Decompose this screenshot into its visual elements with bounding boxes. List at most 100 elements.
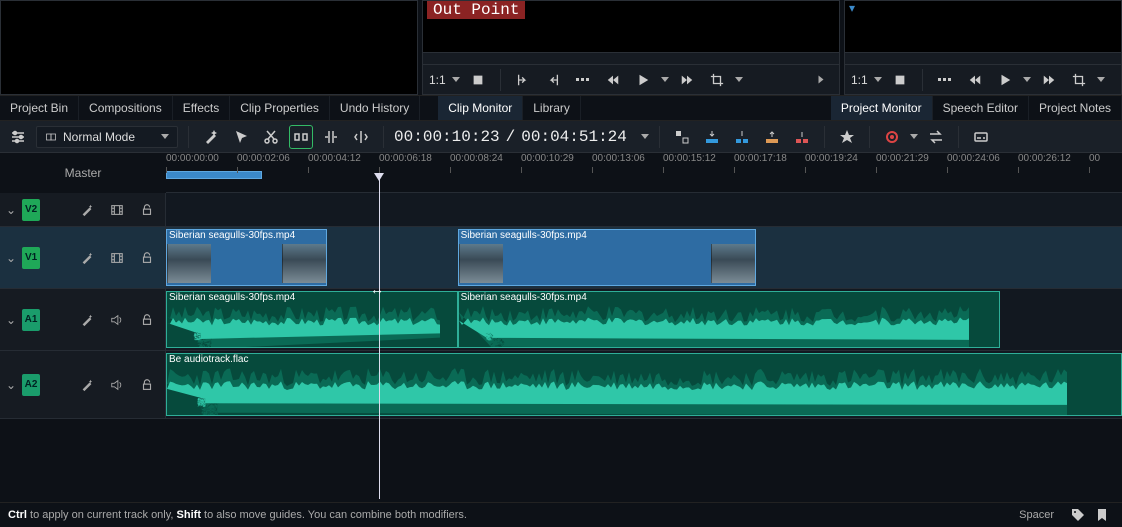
play-icon[interactable]: [993, 68, 1017, 92]
forward-icon[interactable]: [1037, 68, 1061, 92]
film-icon[interactable]: [105, 246, 129, 270]
settings-icon[interactable]: [6, 125, 30, 149]
spacer-tool-icon[interactable]: [289, 125, 313, 149]
chevron-down-icon[interactable]: [735, 77, 743, 82]
clip[interactable]: Be audiotrack.flac: [166, 353, 1122, 416]
tab-clip-monitor[interactable]: Clip Monitor: [438, 96, 523, 120]
overwrite-icon[interactable]: [700, 125, 724, 149]
track-header[interactable]: ⌄ V1: [0, 227, 166, 288]
track-header[interactable]: ⌄ V2: [0, 193, 166, 226]
lock-icon[interactable]: [135, 373, 159, 397]
track-lane[interactable]: [166, 193, 1122, 226]
track-lane[interactable]: Siberian seagulls-30fps.mp4Siberian seag…: [166, 289, 1122, 350]
record-icon[interactable]: [880, 125, 904, 149]
effects-icon[interactable]: [75, 308, 99, 332]
rewind-icon[interactable]: [601, 68, 625, 92]
crop-icon[interactable]: [705, 68, 729, 92]
razor-icon[interactable]: [259, 125, 283, 149]
expand-icon[interactable]: ⌄: [6, 251, 16, 265]
tab-project-monitor[interactable]: Project Monitor: [831, 96, 933, 120]
ruler-tick: 00:00:21:29: [876, 153, 929, 164]
chevron-down-icon[interactable]: [874, 77, 882, 82]
track-badge[interactable]: A2: [22, 374, 40, 396]
subtitle-icon[interactable]: [969, 125, 993, 149]
chevron-down-icon[interactable]: [452, 77, 460, 82]
timeline-ruler[interactable]: 00:00:00:0000:00:02:0600:00:04:1200:00:0…: [166, 153, 1122, 193]
track-header[interactable]: ⌄ A2: [0, 351, 166, 418]
master-label[interactable]: Master: [0, 153, 166, 193]
zone-icon[interactable]: [670, 125, 694, 149]
clip[interactable]: Siberian seagulls-30fps.mp4: [166, 291, 458, 348]
play-icon[interactable]: [631, 68, 655, 92]
track-badge[interactable]: V1: [22, 247, 40, 269]
crop-icon[interactable]: [1067, 68, 1091, 92]
chevron-down-icon[interactable]: [661, 77, 669, 82]
clip[interactable]: Siberian seagulls-30fps.mp4: [458, 291, 1000, 348]
tab-library[interactable]: Library: [523, 96, 581, 120]
chevron-down-icon[interactable]: [641, 134, 649, 139]
film-icon[interactable]: [105, 198, 129, 222]
speaker-icon[interactable]: [105, 308, 129, 332]
tab-effects[interactable]: Effects: [173, 96, 230, 120]
tab-project-bin[interactable]: Project Bin: [0, 96, 79, 120]
track-lane[interactable]: Be audiotrack.flac: [166, 351, 1122, 418]
expand-icon[interactable]: ⌄: [6, 203, 16, 217]
playhead[interactable]: [379, 179, 380, 499]
tag-icon[interactable]: [1066, 503, 1090, 527]
favorite-icon[interactable]: [835, 125, 859, 149]
tab-speech-editor[interactable]: Speech Editor: [933, 96, 1029, 120]
clip[interactable]: Siberian seagulls-30fps.mp4: [458, 229, 756, 286]
pointer-icon[interactable]: [229, 125, 253, 149]
forward-icon[interactable]: [675, 68, 699, 92]
insert-icon[interactable]: [730, 125, 754, 149]
track-badge[interactable]: V2: [22, 199, 40, 221]
monitor-preview[interactable]: [1, 1, 417, 94]
extract-icon[interactable]: [760, 125, 784, 149]
track-lane[interactable]: Siberian seagulls-30fps.mp4 Siberian seag…: [166, 227, 1122, 288]
timecode-current[interactable]: 00:00:10:23: [394, 128, 500, 146]
bookmark-icon[interactable]: [1090, 503, 1114, 527]
slip-icon[interactable]: [349, 125, 373, 149]
three-dots-icon[interactable]: [933, 68, 957, 92]
set-in-icon[interactable]: [511, 68, 535, 92]
track-badge[interactable]: A1: [22, 309, 40, 331]
tab-clip-properties[interactable]: Clip Properties: [230, 96, 330, 120]
lock-icon[interactable]: [135, 308, 159, 332]
clip[interactable]: Siberian seagulls-30fps.mp4: [166, 229, 327, 286]
chevron-down-icon[interactable]: [910, 134, 918, 139]
chevron-down-icon[interactable]: [1097, 77, 1105, 82]
effects-icon[interactable]: [75, 246, 99, 270]
stop-icon[interactable]: [466, 68, 490, 92]
monitor-preview[interactable]: ▾: [845, 1, 1121, 52]
monitor-preview[interactable]: Out Point: [423, 1, 839, 52]
ruler-tick: 00:00:00:00: [166, 153, 219, 164]
edit-mode-combo[interactable]: Normal Mode: [36, 126, 178, 148]
tab-project-notes[interactable]: Project Notes: [1029, 96, 1122, 120]
expand-icon[interactable]: ⌄: [6, 378, 16, 392]
three-dots-icon[interactable]: [571, 68, 595, 92]
track-header[interactable]: ⌄ A1: [0, 289, 166, 350]
monitor-ruler[interactable]: [845, 52, 1121, 64]
magic-wand-icon[interactable]: [199, 125, 223, 149]
speaker-icon[interactable]: [105, 373, 129, 397]
timeline-selection[interactable]: [166, 171, 262, 179]
set-out-icon[interactable]: [541, 68, 565, 92]
clip-label: Siberian seagulls-30fps.mp4: [461, 292, 997, 303]
rewind-icon[interactable]: [963, 68, 987, 92]
lock-icon[interactable]: [135, 198, 159, 222]
lift-icon[interactable]: [790, 125, 814, 149]
lock-icon[interactable]: [135, 246, 159, 270]
monitor-ruler[interactable]: [423, 52, 839, 64]
ripple-icon[interactable]: [319, 125, 343, 149]
stop-icon[interactable]: [888, 68, 912, 92]
tab-compositions[interactable]: Compositions: [79, 96, 173, 120]
ruler-tick: 00: [1089, 153, 1100, 164]
ruler-tick: 00:00:02:06: [237, 153, 290, 164]
expand-icon[interactable]: ⌄: [6, 313, 16, 327]
effects-icon[interactable]: [75, 198, 99, 222]
effects-icon[interactable]: [75, 373, 99, 397]
tab-undo-history[interactable]: Undo History: [330, 96, 420, 120]
swap-icon[interactable]: [924, 125, 948, 149]
chevron-down-icon[interactable]: [1023, 77, 1031, 82]
chevron-right-icon[interactable]: [809, 68, 833, 92]
